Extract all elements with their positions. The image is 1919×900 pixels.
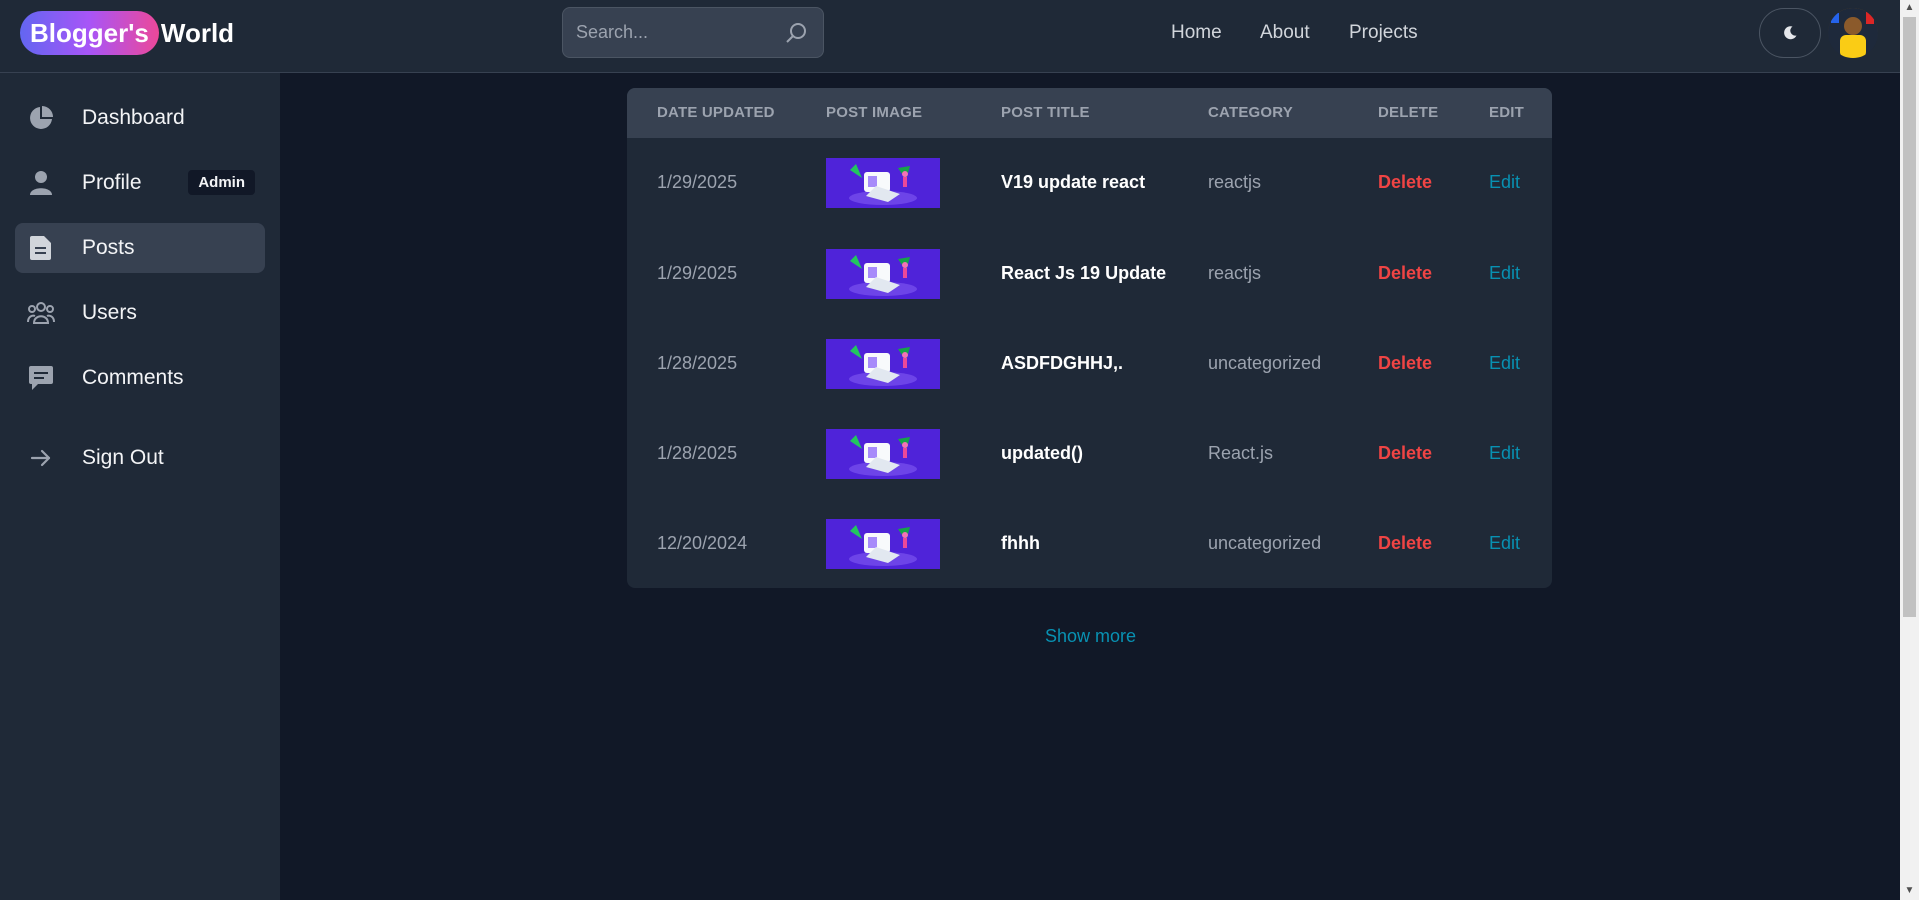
sidebar-item-label: Posts (82, 236, 135, 259)
post-date: 1/28/2025 (657, 353, 738, 373)
theme-toggle-button[interactable] (1759, 8, 1821, 58)
scroll-up-icon[interactable]: ▲ (1904, 2, 1915, 13)
column-header-category: CATEGORY (1208, 104, 1293, 121)
post-thumbnail (826, 249, 940, 299)
avatar-image (1828, 8, 1878, 58)
page-scrollbar[interactable]: ▲ ▼ (1900, 0, 1919, 900)
arrow-right-icon (27, 444, 55, 472)
post-category: uncategorized (1208, 353, 1322, 373)
sidebar-item-label: Dashboard (82, 106, 185, 129)
search-icon[interactable] (785, 21, 809, 45)
column-header-date: DATE UPDATED (657, 104, 775, 121)
sidebar-item-users[interactable]: Users (15, 288, 265, 338)
users-group-icon (27, 299, 55, 327)
post-category: uncategorized (1208, 533, 1322, 553)
document-icon (27, 234, 55, 262)
table-row: 1/28/2025 updated() React.js Delete Edit (627, 408, 1552, 498)
post-title-link[interactable]: React Js 19 Update (1001, 263, 1166, 284)
user-icon (27, 169, 55, 197)
post-title-link[interactable]: fhhh (1001, 533, 1040, 554)
logo-text: World (160, 17, 235, 48)
search-box (562, 7, 824, 58)
scroll-down-icon[interactable]: ▼ (1904, 885, 1915, 896)
moon-icon (1784, 26, 1797, 40)
delete-button[interactable]: Delete (1378, 353, 1432, 374)
table-header: DATE UPDATED POST IMAGE POST TITLE CATEG… (627, 88, 1552, 138)
sidebar-item-sign-out[interactable]: Sign Out (15, 433, 265, 483)
table-row: 1/28/2025 ASDFDGHHJ,. uncategorized Dele… (627, 318, 1552, 408)
nav-projects[interactable]: Projects (1349, 22, 1418, 44)
post-date: 1/29/2025 (657, 172, 738, 192)
column-header-edit: EDIT (1489, 104, 1524, 121)
site-logo[interactable]: Blogger's World (20, 11, 234, 55)
post-category: React.js (1208, 443, 1274, 463)
role-badge: Admin (188, 170, 255, 195)
post-date: 1/29/2025 (657, 263, 738, 283)
delete-button[interactable]: Delete (1378, 533, 1432, 554)
post-thumbnail (826, 339, 940, 389)
delete-button[interactable]: Delete (1378, 443, 1432, 464)
edit-link[interactable]: Edit (1489, 172, 1520, 193)
table-row: 1/29/2025 V19 update react reactjs Delet… (627, 138, 1552, 228)
post-title-link[interactable]: ASDFDGHHJ,. (1001, 353, 1123, 374)
sidebar-item-label: Sign Out (82, 446, 164, 469)
posts-table: DATE UPDATED POST IMAGE POST TITLE CATEG… (627, 88, 1552, 588)
post-date: 12/20/2024 (657, 533, 748, 553)
sidebar-item-label: Comments (82, 366, 184, 389)
sidebar-item-dashboard[interactable]: Dashboard (15, 93, 265, 143)
delete-button[interactable]: Delete (1378, 172, 1432, 193)
pie-chart-icon (27, 104, 55, 132)
column-header-image: POST IMAGE (826, 104, 923, 121)
scroll-thumb[interactable] (1903, 17, 1916, 617)
post-category: reactjs (1208, 263, 1262, 283)
post-category: reactjs (1208, 172, 1262, 192)
post-date: 1/28/2025 (657, 443, 738, 463)
nav-home[interactable]: Home (1171, 22, 1222, 44)
sidebar-item-label: Users (82, 301, 137, 324)
comment-icon (27, 364, 55, 392)
post-thumbnail (826, 158, 940, 208)
sidebar: Dashboard Profile Admin Posts Users Comm… (0, 73, 280, 900)
post-thumbnail (826, 429, 940, 479)
sidebar-item-comments[interactable]: Comments (15, 353, 265, 403)
search-input[interactable] (563, 8, 778, 57)
user-avatar[interactable] (1828, 8, 1878, 58)
edit-link[interactable]: Edit (1489, 443, 1520, 464)
column-header-title: POST TITLE (1001, 104, 1090, 121)
top-navbar: Blogger's World Home About Projects (0, 0, 1900, 73)
show-more-button[interactable]: Show more (1045, 626, 1136, 647)
post-title-link[interactable]: V19 update react (1001, 172, 1145, 193)
table-row: 12/20/2024 fhhh uncategorized Delete Edi… (627, 498, 1552, 588)
post-thumbnail (826, 519, 940, 569)
edit-link[interactable]: Edit (1489, 533, 1520, 554)
sidebar-item-posts[interactable]: Posts (15, 223, 265, 273)
delete-button[interactable]: Delete (1378, 263, 1432, 284)
logo-highlight: Blogger's (20, 11, 159, 55)
edit-link[interactable]: Edit (1489, 353, 1520, 374)
column-header-delete: DELETE (1378, 104, 1439, 121)
post-title-link[interactable]: updated() (1001, 443, 1083, 464)
nav-about[interactable]: About (1260, 22, 1310, 44)
sidebar-item-profile[interactable]: Profile Admin (15, 158, 265, 208)
edit-link[interactable]: Edit (1489, 263, 1520, 284)
sidebar-item-label: Profile (82, 171, 142, 194)
table-row: 1/29/2025 React Js 19 Update reactjs Del… (627, 228, 1552, 318)
